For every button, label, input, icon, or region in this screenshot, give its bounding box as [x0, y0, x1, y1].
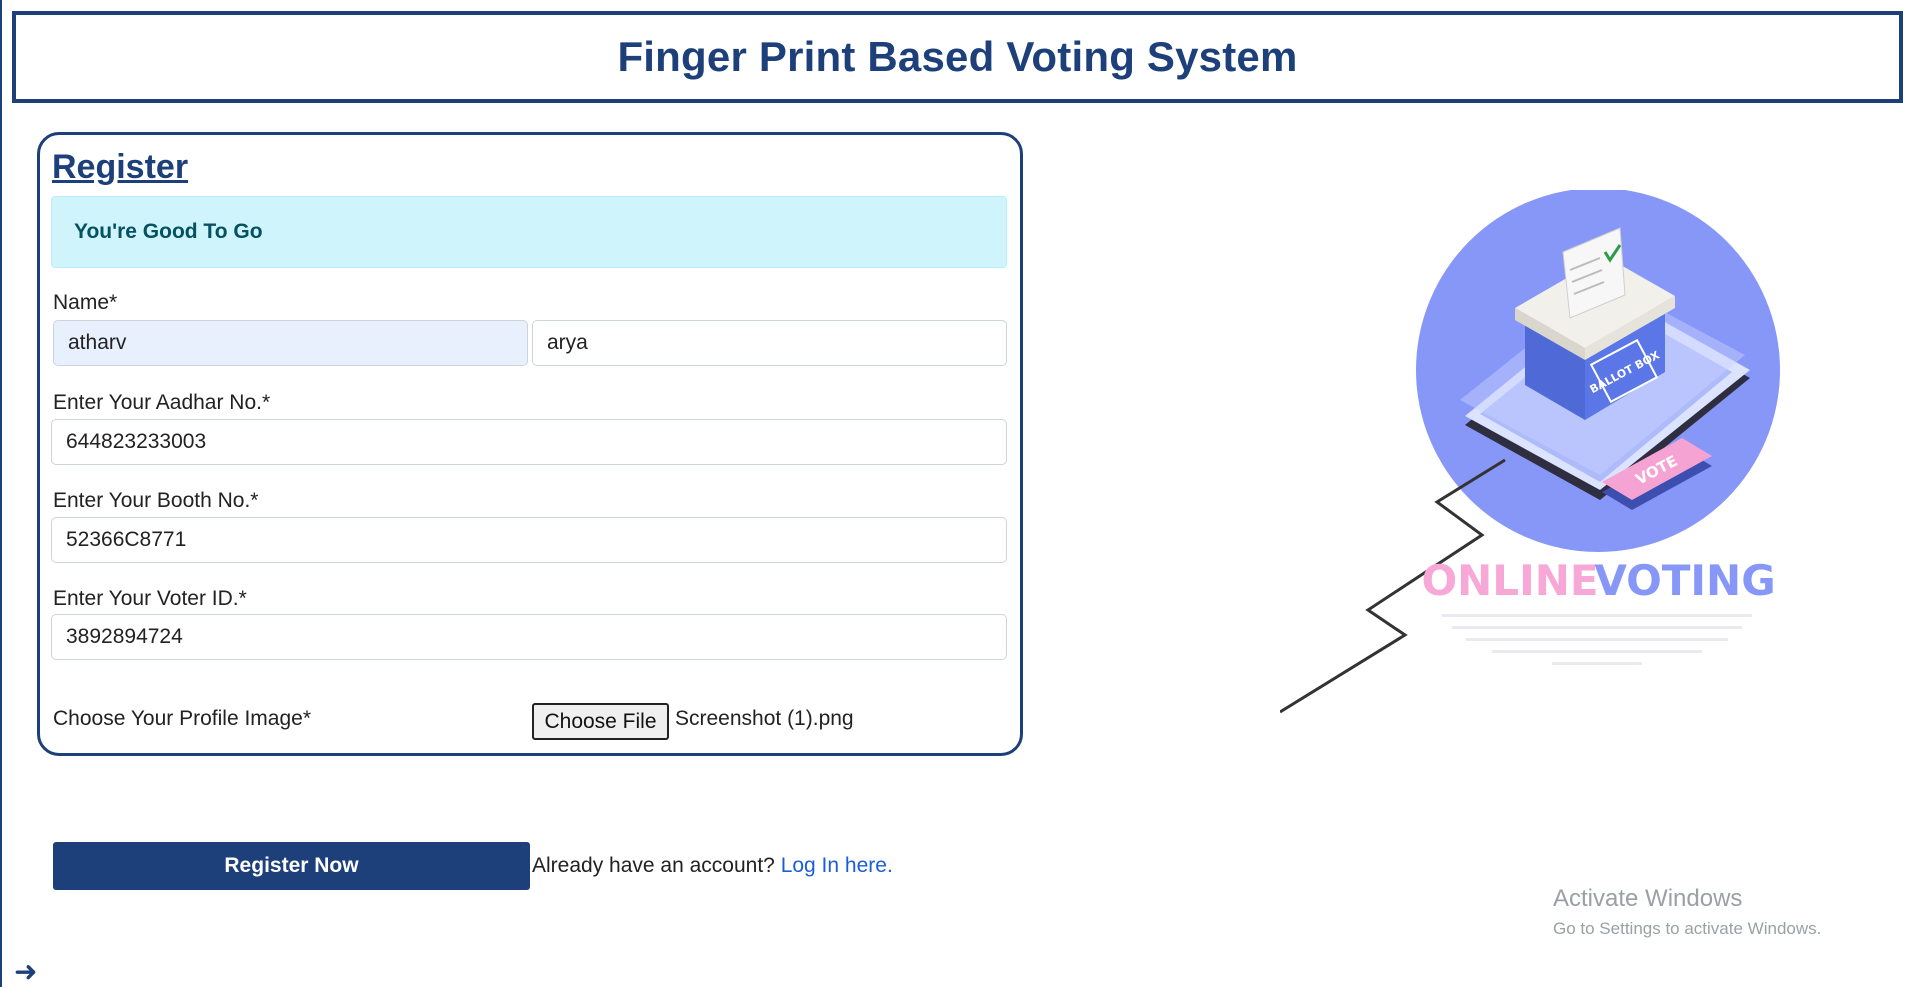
register-heading: Register: [52, 148, 189, 186]
arrow-right-icon[interactable]: ➜: [14, 955, 37, 988]
voting-text: VOTING: [1594, 556, 1775, 605]
aadhar-label: Enter Your Aadhar No.*: [53, 391, 271, 414]
booth-input[interactable]: 52366C8771: [51, 517, 1007, 563]
choose-file-button[interactable]: Choose File: [532, 703, 669, 740]
account-prompt-text: Already have an account?: [532, 854, 775, 877]
first-name-input[interactable]: atharv: [53, 320, 528, 366]
aadhar-input[interactable]: 644823233003: [51, 419, 1007, 465]
login-prompt: Already have an account? Log In here.: [532, 854, 893, 878]
page-title: Finger Print Based Voting System: [617, 33, 1298, 80]
online-text: ONLINE: [1421, 556, 1598, 605]
online-voting-illustration: BALLOT BOX VOTE ONLINE VOTING: [1280, 190, 1780, 714]
success-alert: You're Good To Go: [51, 196, 1007, 268]
last-name-input[interactable]: arya: [532, 320, 1007, 366]
register-now-button[interactable]: Register Now: [53, 842, 530, 890]
watermark-subtitle: Go to Settings to activate Windows.: [1553, 919, 1822, 938]
watermark-title: Activate Windows: [1553, 885, 1743, 912]
page-header: Finger Print Based Voting System: [12, 11, 1903, 103]
page-left-border: [0, 0, 2, 987]
svg-text:ONLINE: ONLINE: [1421, 556, 1598, 605]
profile-image-label: Choose Your Profile Image*: [53, 707, 311, 730]
voter-id-label: Enter Your Voter ID.*: [53, 587, 247, 610]
name-label: Name*: [53, 291, 118, 314]
selected-file-name: Screenshot (1).png: [675, 707, 854, 730]
windows-activation-watermark: Activate Windows Go to Settings to activ…: [1553, 885, 1821, 939]
svg-text:VOTING: VOTING: [1594, 556, 1775, 605]
booth-label: Enter Your Booth No.*: [53, 489, 259, 512]
login-link[interactable]: Log In here.: [781, 854, 893, 877]
voter-id-input[interactable]: 3892894724: [51, 614, 1007, 660]
